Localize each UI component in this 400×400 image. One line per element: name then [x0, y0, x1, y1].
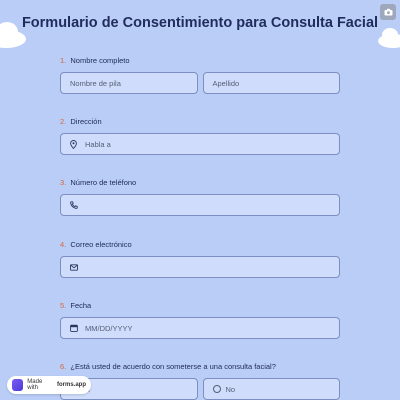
forms-app-logo-icon: [12, 379, 24, 391]
badge-prefix: Made with: [27, 379, 43, 391]
phone-icon: [70, 201, 80, 209]
address-placeholder: Habla a: [85, 139, 111, 149]
question-address: 2. Dirección Habla a: [60, 117, 340, 155]
question-label: Número de teléfono: [70, 178, 137, 187]
question-email: 4. Correo electrónico: [60, 240, 340, 278]
form-title: Formulario de Consentimiento para Consul…: [21, 15, 379, 31]
last-name-placeholder: Apellido: [212, 78, 240, 88]
first-name-input[interactable]: Nombre de pila: [60, 72, 198, 94]
question-number: 1.: [60, 56, 67, 65]
question-label: Dirección: [70, 117, 102, 126]
question-label: Nombre completo: [70, 56, 130, 65]
location-pin-icon: [70, 139, 80, 149]
address-input[interactable]: Habla a: [60, 133, 340, 155]
question-consent: 6. ¿Está usted de acuerdo con someterse …: [60, 362, 340, 400]
calendar-icon: [70, 324, 80, 332]
question-number: 4.: [60, 240, 67, 249]
question-number: 2.: [60, 117, 67, 126]
first-name-placeholder: Nombre de pila: [70, 78, 121, 88]
made-with-badge[interactable]: Made with forms.app: [7, 376, 91, 394]
phone-input[interactable]: [60, 194, 340, 216]
question-label: Correo electrónico: [70, 240, 132, 249]
email-input[interactable]: [60, 256, 340, 278]
consent-option-no[interactable]: No: [202, 378, 340, 400]
question-phone: 3. Número de teléfono: [60, 178, 340, 216]
date-placeholder: MM/DD/YYYY: [85, 323, 133, 333]
question-label: Fecha: [70, 301, 92, 310]
question-full-name: 1. Nombre completo Nombre de pila Apelli…: [60, 56, 340, 94]
option-label: No: [225, 384, 236, 394]
envelope-icon: [70, 263, 80, 271]
badge-brand: forms.app: [56, 382, 86, 388]
question-label: ¿Está usted de acuerdo con someterse a u…: [70, 362, 276, 371]
question-date: 5. Fecha MM/DD/YYYY: [60, 301, 340, 339]
question-number: 6.: [60, 362, 67, 371]
radio-circle-icon: [212, 385, 221, 393]
date-input[interactable]: MM/DD/YYYY: [60, 317, 340, 339]
last-name-input[interactable]: Apellido: [202, 72, 340, 94]
question-number: 3.: [60, 178, 67, 187]
question-number: 5.: [60, 301, 67, 310]
